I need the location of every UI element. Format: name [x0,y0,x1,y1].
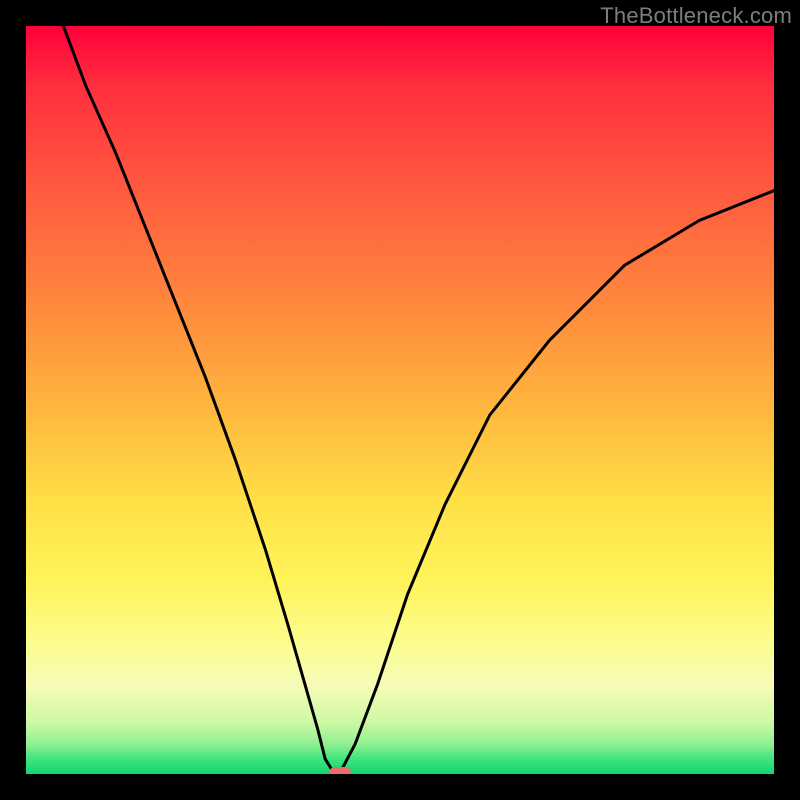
optimal-marker [329,767,351,775]
bottleneck-curve [63,26,774,773]
curve-layer [26,26,774,774]
plot-area [26,26,774,774]
chart-frame: TheBottleneck.com [0,0,800,800]
